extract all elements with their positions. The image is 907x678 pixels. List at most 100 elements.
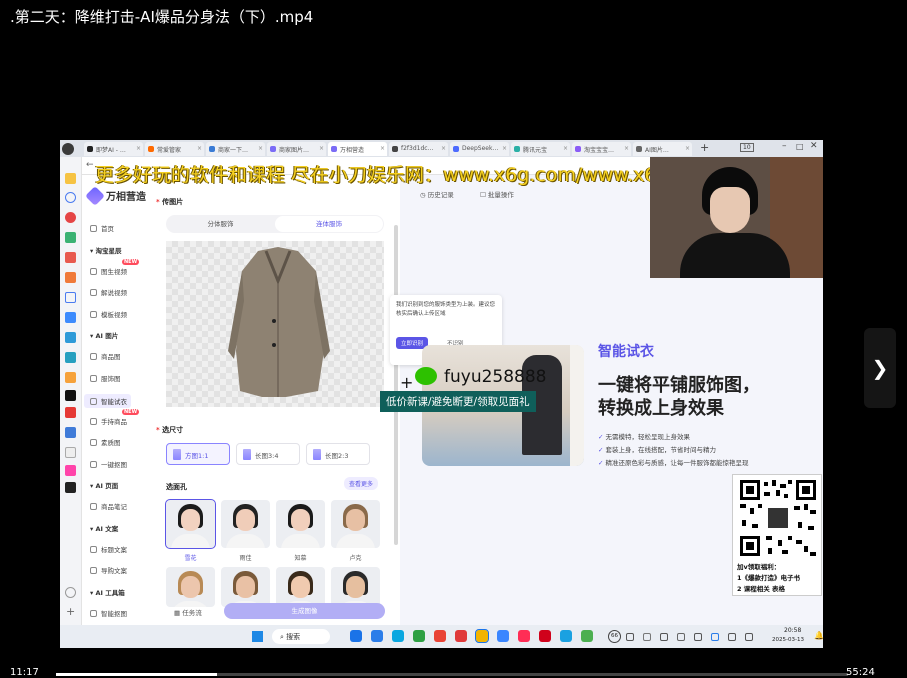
browser-tab[interactable]: 万相营造 × (328, 142, 387, 156)
taskbar-date[interactable]: 2025-03-13 (772, 637, 804, 643)
star-icon[interactable] (65, 173, 76, 184)
next-arrow-button[interactable]: ❯ (864, 328, 896, 408)
system-tray-icon[interactable] (660, 633, 668, 641)
monitor-icon[interactable] (65, 352, 76, 363)
back-icon[interactable]: ← (86, 160, 94, 170)
translate-icon[interactable] (65, 312, 76, 323)
minimize-icon[interactable]: – (782, 141, 787, 151)
bulb-icon[interactable] (65, 587, 76, 598)
app-icon[interactable] (65, 407, 76, 418)
nav-item[interactable]: 服饰图 (90, 373, 121, 383)
model-face-option[interactable] (276, 500, 325, 548)
apps-icon[interactable] (65, 232, 76, 243)
taskbar-time[interactable]: 20:58 (784, 627, 801, 634)
tab-close-icon[interactable]: × (563, 145, 568, 152)
nav-item[interactable]: 智能抠图 (90, 608, 127, 618)
record-icon[interactable] (65, 212, 76, 223)
history-icon[interactable] (65, 192, 76, 203)
tab-close-icon[interactable]: × (380, 145, 385, 152)
pdf-icon[interactable] (65, 252, 76, 263)
app-icon[interactable] (65, 482, 76, 493)
app-icon[interactable] (65, 465, 76, 476)
system-tray-icon[interactable] (728, 633, 736, 641)
gif-icon[interactable] (65, 272, 76, 283)
notification-badge[interactable]: 66 (608, 630, 621, 643)
taskbar-app-icon[interactable] (350, 630, 362, 642)
tab-close-icon[interactable]: × (319, 145, 324, 152)
tool-icon[interactable] (65, 332, 76, 343)
nav-item[interactable]: 智能试衣 (84, 394, 131, 408)
model-face-option[interactable] (221, 500, 270, 548)
nav-section[interactable]: ▾ AI 页面 (90, 480, 118, 490)
taskbar-app-icon[interactable] (371, 630, 383, 642)
system-tray-icon[interactable] (694, 633, 702, 641)
nav-item[interactable]: 图生视频 (90, 266, 127, 276)
nav-section[interactable]: ▾ AI 工具箱 (90, 587, 125, 597)
browser-tab[interactable]: 商家图片… × (267, 142, 326, 156)
nav-item[interactable]: 商品图 (90, 351, 121, 361)
tab-close-icon[interactable]: × (441, 145, 446, 152)
taskbar-app-icon[interactable] (475, 629, 489, 643)
system-tray-icon[interactable] (626, 633, 634, 641)
see-more-button[interactable]: 查看更多 (344, 477, 379, 490)
tab-separate-clothing[interactable]: 分体服饰 (166, 215, 275, 233)
size-option[interactable]: 长图3:4 (236, 443, 300, 465)
browser-tab[interactable]: f2f3d1dc… × (389, 142, 448, 156)
nav-section[interactable]: ▾ 淘宝星辰 (90, 245, 122, 255)
panel-scrollbar[interactable] (394, 225, 398, 545)
system-tray-icon[interactable] (643, 633, 651, 641)
nav-section[interactable]: ▾ AI 图片 (90, 330, 118, 340)
tab-close-icon[interactable]: × (685, 145, 690, 152)
bear-icon[interactable] (65, 372, 76, 383)
history-button[interactable]: ◷ 历史记录 (420, 189, 454, 199)
taskbar-app-icon[interactable] (392, 630, 404, 642)
add-icon[interactable]: + (66, 605, 75, 618)
taskbar-app-icon[interactable] (497, 630, 509, 642)
taskbar-app-icon[interactable] (455, 630, 467, 642)
app-icon[interactable] (65, 427, 76, 438)
browser-tab[interactable]: AI图片… × (633, 142, 692, 156)
browser-tab[interactable]: 常爱管家 × (145, 142, 204, 156)
music-icon[interactable] (65, 390, 76, 401)
generate-button[interactable]: 生成图像 (224, 603, 385, 619)
nav-item[interactable]: 导购文案 (90, 565, 127, 575)
nav-item[interactable]: 商品笔记 (90, 501, 127, 511)
model-face-option[interactable] (221, 567, 270, 607)
model-face-option[interactable] (276, 567, 325, 607)
taskbar-app-icon[interactable] (539, 630, 551, 642)
nav-item[interactable]: 模板视频 (90, 309, 127, 319)
system-tray-icon[interactable] (711, 633, 719, 641)
crop-icon[interactable] (65, 292, 76, 303)
batch-button[interactable]: ☐ 批量操作 (480, 189, 514, 199)
tab-count-badge[interactable]: 10 (740, 143, 754, 152)
browser-tab[interactable]: DeepSeek… × (450, 142, 509, 156)
notification-icon[interactable]: 🔔 (814, 631, 823, 640)
tab-close-icon[interactable]: × (502, 145, 507, 152)
model-face-option[interactable] (331, 500, 380, 548)
taskbar-search[interactable]: ⌕ 搜索 (272, 629, 330, 644)
browser-tab[interactable]: 即梦AI - … × (84, 142, 143, 156)
app-icon[interactable] (65, 447, 76, 458)
nav-item[interactable]: 标题文案 (90, 544, 127, 554)
task-flow-button[interactable]: ▦ 任务流 (174, 607, 202, 617)
taskbar-app-icon[interactable] (413, 630, 425, 642)
taskbar-app-icon[interactable] (518, 630, 530, 642)
taskbar-app-icon[interactable] (560, 630, 572, 642)
windows-start-icon[interactable] (252, 631, 263, 642)
system-tray-icon[interactable] (677, 633, 685, 641)
taskbar-app-icon[interactable] (581, 630, 593, 642)
browser-tab[interactable]: 腾讯元宝 × (511, 142, 570, 156)
nav-item[interactable]: 素质图 (90, 437, 121, 447)
new-tab-button[interactable]: + (700, 141, 709, 154)
system-tray-icon[interactable] (745, 633, 753, 641)
tab-close-icon[interactable]: × (136, 145, 141, 152)
nav-section[interactable]: ▾ AI 文案 (90, 523, 118, 533)
nav-item[interactable]: 一键抠图 (90, 459, 127, 469)
browser-tab[interactable]: 商家一下… × (206, 142, 265, 156)
maximize-icon[interactable]: □ (796, 142, 804, 151)
model-face-option[interactable] (166, 567, 215, 607)
nav-item[interactable]: 解说视频 (90, 287, 127, 297)
size-option[interactable]: 长图2:3 (306, 443, 370, 465)
nav-item[interactable]: 手持商品 (90, 416, 127, 426)
size-option[interactable]: 方图1:1 (166, 443, 230, 465)
